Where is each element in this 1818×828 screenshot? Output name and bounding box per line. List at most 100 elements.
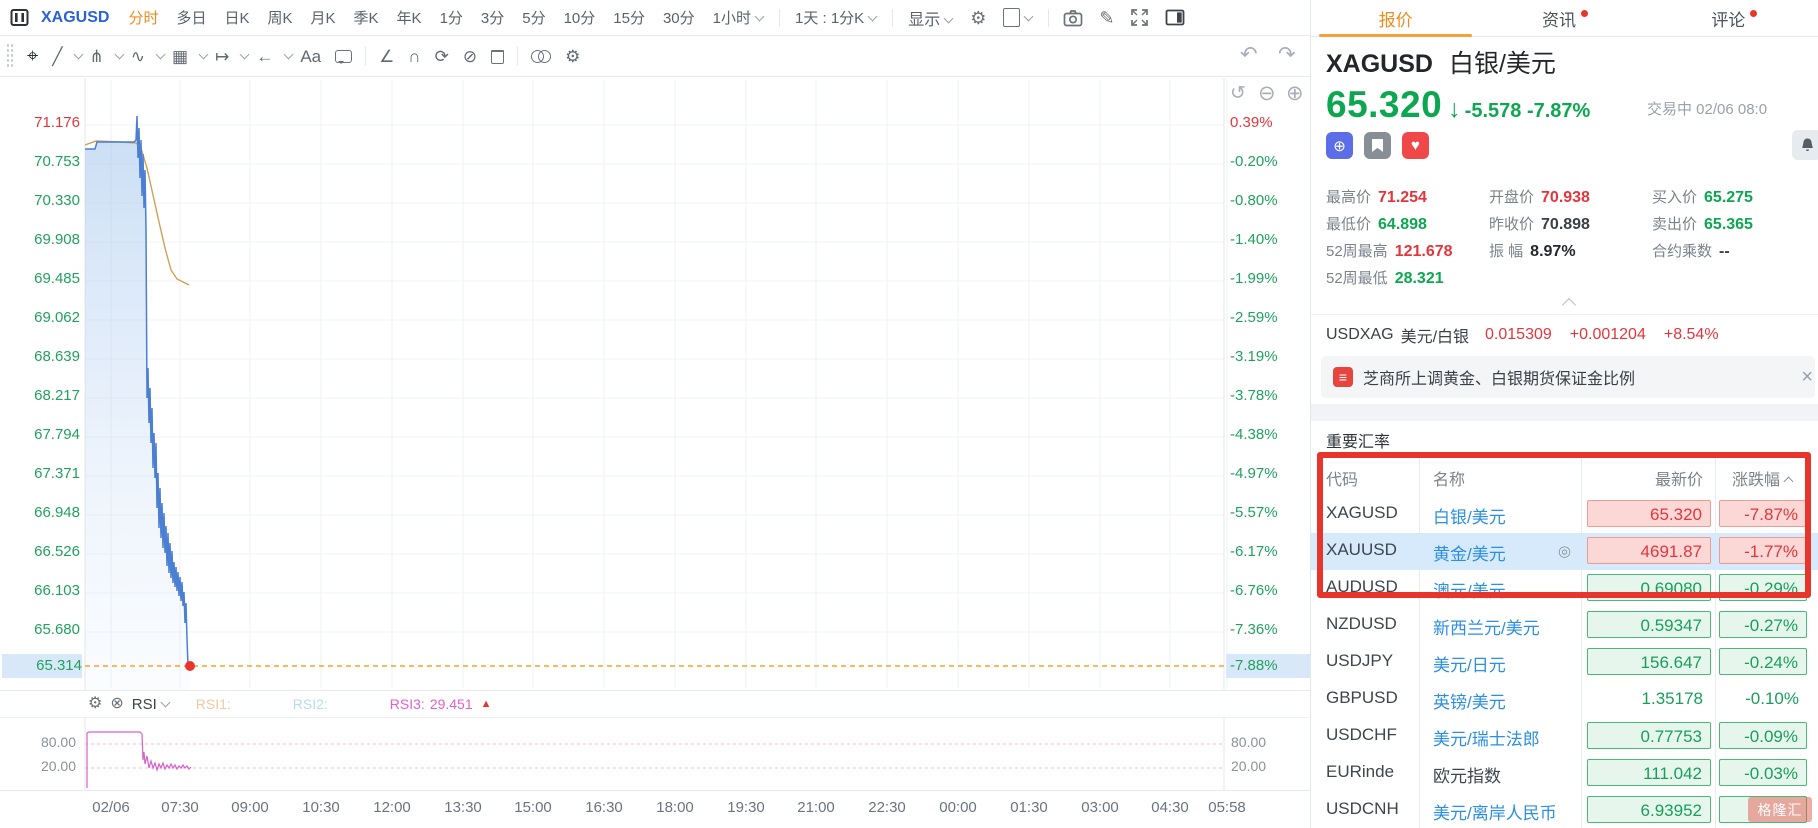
rate-name-link[interactable]: 白银/美元 <box>1433 503 1555 528</box>
undo-icon[interactable]: ↶ <box>1240 44 1258 65</box>
percent-tick: -3.19% <box>1230 348 1310 365</box>
timeframe-10分[interactable]: 10分 <box>555 7 605 28</box>
header-pct-sort[interactable]: 涨跌幅 <box>1711 466 1793 490</box>
draw-pencil-icon[interactable]: ✎ <box>1091 9 1122 27</box>
pitchfork-tool-icon[interactable]: ⋔ <box>83 48 111 65</box>
trash-icon <box>491 50 504 64</box>
rsi1-label: RSI1: <box>196 696 231 712</box>
target-watch-icon[interactable]: ◎ <box>1558 542 1571 560</box>
toolbar-drag-handle-icon[interactable] <box>6 43 14 69</box>
rate-row-XAGUSD[interactable]: XAGUSD白银/美元65.320-7.87% <box>1311 496 1818 533</box>
percent-tick: -5.57% <box>1230 504 1310 521</box>
chart-symbol-link[interactable]: XAGUSD <box>31 9 119 27</box>
stat-振 幅: 振 幅8.97% <box>1489 238 1590 265</box>
rate-name-link[interactable]: 美元/离岸人民币 <box>1433 799 1555 824</box>
rsi-label[interactable]: RSI <box>132 696 157 713</box>
settings-tool-icon[interactable]: ⚙ <box>558 48 587 65</box>
rate-row-NZDUSD[interactable]: NZDUSD新西兰元/美元0.59347-0.27% <box>1311 607 1818 644</box>
price-change: -5.578 -7.87% <box>1465 100 1591 123</box>
compare-tool-icon[interactable] <box>524 50 558 63</box>
tab-报价[interactable]: 报价 <box>1311 0 1480 36</box>
fullscreen-icon[interactable] <box>1122 8 1157 27</box>
camera-snapshot-icon[interactable] <box>1055 9 1091 27</box>
rsi-chart[interactable] <box>0 718 1310 790</box>
reset-view-icon[interactable]: ↺ <box>1230 84 1246 103</box>
rate-name-link[interactable]: 美元/日元 <box>1433 651 1555 676</box>
timeframe-多日[interactable]: 多日 <box>167 7 215 28</box>
trendline-tool-icon[interactable]: ╱ <box>45 48 69 65</box>
arrow-tool-icon[interactable]: ← <box>249 48 280 65</box>
timeframe-年K[interactable]: 年K <box>388 7 431 28</box>
rate-row-USDJPY[interactable]: USDJPY美元/日元156.647-0.24% <box>1311 644 1818 681</box>
collapse-stats-chevron-icon[interactable] <box>1562 298 1576 312</box>
comment-tool-icon[interactable] <box>328 50 359 63</box>
redo-icon[interactable]: ↷ <box>1278 44 1296 65</box>
news-banner[interactable]: ≡ 芝商所上调黄金、白银期货保证金比例 × <box>1321 356 1815 398</box>
timeframe-3分[interactable]: 3分 <box>472 7 513 28</box>
timeframe-30分[interactable]: 30分 <box>654 7 704 28</box>
toggle-right-panel-icon[interactable] <box>1157 9 1193 26</box>
rate-row-AUDUSD[interactable]: AUDUSD澳元/美元0.69080-0.29% <box>1311 570 1818 607</box>
zoom-out-icon[interactable]: ⊖ <box>1258 83 1276 104</box>
rate-row-XAUUSD[interactable]: XAUUSD黄金/美元◎4691.87-1.77% <box>1311 533 1818 570</box>
candle-style-select[interactable] <box>994 8 1042 27</box>
rsi-indicator-bar: ⚙ ⊗ RSI RSI1: RSI2: RSI3: 29.451 ▲ <box>88 692 492 716</box>
timeframe-5分[interactable]: 5分 <box>513 7 554 28</box>
tab-评论[interactable]: 评论 <box>1650 0 1818 36</box>
usdxag-quote-row[interactable]: USDXAG 美元/白银 0.015309 +0.001204 +8.54% <box>1326 322 1719 348</box>
rate-row-USDCHF[interactable]: USDCHF美元/瑞士法郎0.77753-0.09% <box>1311 718 1818 755</box>
price-tick: 66.948 <box>2 504 80 521</box>
time-tick: 15:00 <box>514 799 552 816</box>
kline-mode-select[interactable]: 1天 : 1分K <box>786 7 886 28</box>
current-price-tag: 65.314 <box>2 654 82 678</box>
timeframe-月K[interactable]: 月K <box>302 7 345 28</box>
measure-tool-icon[interactable]: ↦ <box>208 48 236 65</box>
rate-row-EURinde[interactable]: EURinde欧元指数111.042-0.03% <box>1311 755 1818 792</box>
rate-row-GBPUSD[interactable]: GBPUSD英镑/美元1.35178-0.10% <box>1311 681 1818 718</box>
timeframe-季K[interactable]: 季K <box>345 7 388 28</box>
timeframe-分时[interactable]: 分时 <box>119 7 167 28</box>
timeframe-15分[interactable]: 15分 <box>604 7 654 28</box>
rate-row-USDCNH[interactable]: USDCNH美元/离岸人民币6.93952 <box>1311 792 1818 828</box>
display-menu[interactable]: 显示 <box>899 6 962 30</box>
angle-tool-icon[interactable]: ∠ <box>372 48 401 65</box>
globe-icon[interactable]: ⊕ <box>1326 132 1353 159</box>
tab-资讯[interactable]: 资讯 <box>1480 0 1649 36</box>
chevron-down-icon[interactable] <box>160 698 170 708</box>
timeframe-1hour[interactable]: 1小时 <box>704 7 773 28</box>
alert-bell-icon[interactable] <box>1792 130 1818 160</box>
timeframe-周K[interactable]: 周K <box>259 7 302 28</box>
rate-last-price: 6.93952 <box>1587 796 1711 823</box>
rate-name-link[interactable]: 美元/瑞士法郎 <box>1433 725 1555 750</box>
move-tool-icon[interactable]: ⌖ <box>20 46 45 66</box>
eraser-tool-icon[interactable]: ⊘ <box>456 48 484 65</box>
header-price[interactable]: 最新价 <box>1587 466 1703 490</box>
rate-name-link[interactable]: 黄金/美元 <box>1433 540 1555 565</box>
price-chart[interactable] <box>0 78 1310 690</box>
text-tool-icon[interactable]: Aa <box>293 48 328 65</box>
rate-name-link[interactable]: 英镑/美元 <box>1433 688 1555 713</box>
pattern-tool-icon[interactable]: ▦ <box>165 48 195 65</box>
timeframe-1分[interactable]: 1分 <box>431 7 472 28</box>
zoom-in-icon[interactable]: ⊕ <box>1286 83 1304 104</box>
timeframe-日K[interactable]: 日K <box>215 7 258 28</box>
rate-name-link[interactable]: 欧元指数 <box>1433 762 1555 787</box>
heart-favorite-icon[interactable]: ♥ <box>1402 132 1429 159</box>
bookmark-tag-icon[interactable] <box>1364 132 1391 159</box>
header-name[interactable]: 名称 <box>1433 466 1465 490</box>
rate-code: XAUUSD <box>1326 540 1418 560</box>
magnet-tool-icon[interactable]: ∩ <box>401 48 427 65</box>
cycle-tool-icon[interactable]: ⟳ <box>428 48 456 65</box>
watermark-logo: 格隆汇 <box>1748 797 1812 822</box>
trash-tool-icon[interactable] <box>484 48 511 64</box>
stat-开盘价: 开盘价70.938 <box>1489 184 1590 211</box>
rate-name-link[interactable]: 澳元/美元 <box>1433 577 1555 602</box>
time-tick: 13:30 <box>444 799 482 816</box>
wave-tool-icon[interactable]: ∿ <box>124 48 152 65</box>
news-close-icon[interactable]: × <box>1801 366 1815 389</box>
header-code[interactable]: 代码 <box>1326 466 1358 490</box>
settings-gear-icon[interactable]: ⚙ <box>962 9 994 27</box>
rsi-close-icon[interactable]: ⊗ <box>108 696 131 712</box>
rate-name-link[interactable]: 新西兰元/美元 <box>1433 614 1555 639</box>
rsi-settings-gear-icon[interactable]: ⚙ <box>88 696 108 712</box>
